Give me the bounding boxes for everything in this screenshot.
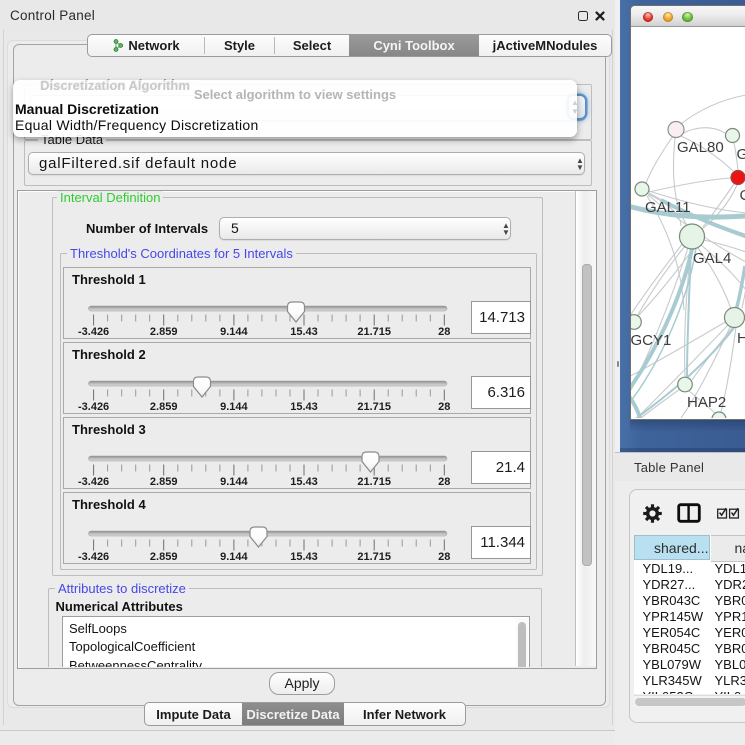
svg-text:28: 28: [438, 326, 450, 338]
svg-text:9.144: 9.144: [220, 476, 248, 488]
svg-text:15.43: 15.43: [290, 551, 318, 563]
svg-text:15.43: 15.43: [290, 476, 318, 488]
svg-text:HA: HA: [737, 330, 745, 347]
svg-text:9.144: 9.144: [220, 401, 248, 413]
svg-text:2.859: 2.859: [150, 401, 178, 413]
svg-text:28: 28: [438, 476, 450, 488]
svg-text:21.715: 21.715: [357, 551, 391, 563]
svg-text:21.715: 21.715: [357, 401, 391, 413]
svg-text:28: 28: [438, 551, 450, 563]
svg-text:GAL80: GAL80: [677, 139, 724, 156]
svg-text:GAL11: GAL11: [645, 199, 691, 216]
svg-text:GAL4: GAL4: [693, 250, 731, 267]
svg-text:-3.426: -3.426: [78, 476, 109, 488]
svg-text:GA: GA: [737, 146, 745, 163]
svg-text:21.715: 21.715: [357, 476, 391, 488]
svg-text:21.715: 21.715: [357, 326, 391, 338]
svg-text:9.144: 9.144: [220, 551, 248, 563]
svg-text:HAP2: HAP2: [687, 394, 726, 411]
svg-text:15.43: 15.43: [290, 401, 318, 413]
svg-text:-3.426: -3.426: [78, 326, 109, 338]
svg-text:28: 28: [438, 401, 450, 413]
svg-text:2.859: 2.859: [150, 326, 178, 338]
svg-text:9.144: 9.144: [220, 326, 248, 338]
svg-text:CY: CY: [740, 187, 745, 204]
svg-text:15.43: 15.43: [290, 326, 318, 338]
svg-text:2.859: 2.859: [150, 476, 178, 488]
svg-text:-3.426: -3.426: [78, 401, 109, 413]
svg-text:-3.426: -3.426: [78, 551, 109, 563]
svg-text:GCY1: GCY1: [631, 332, 671, 349]
svg-text:2.859: 2.859: [150, 551, 178, 563]
